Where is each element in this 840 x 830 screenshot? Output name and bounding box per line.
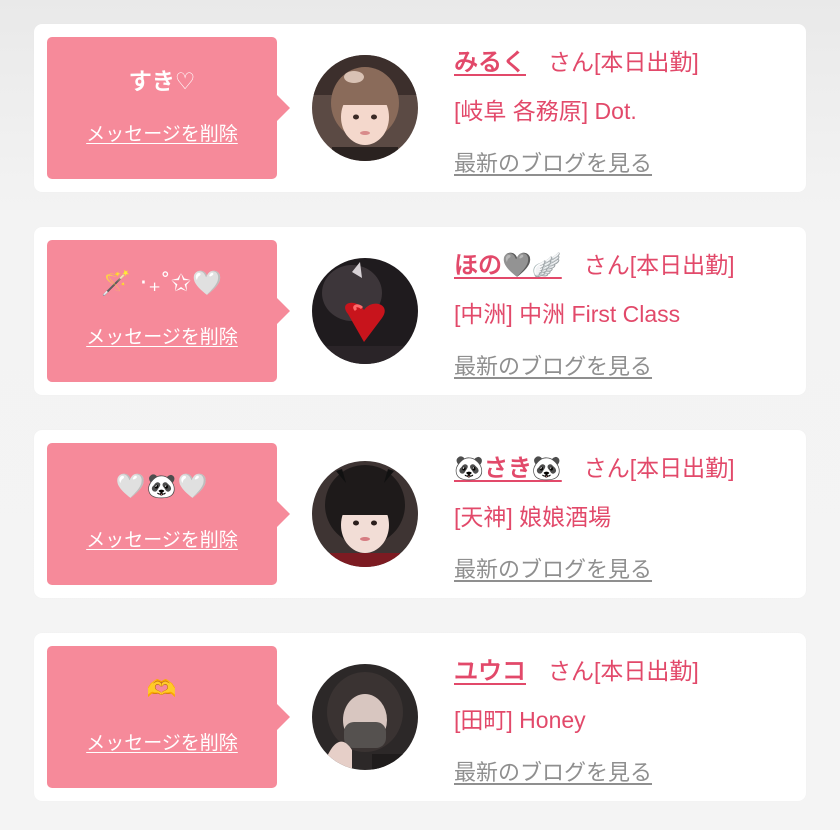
status-label: [本日出勤]	[594, 49, 699, 75]
latest-blog-link[interactable]: 最新のブログを見る	[454, 349, 652, 381]
latest-blog-link[interactable]: 最新のブログを見る	[454, 146, 652, 178]
message-text: 🫶	[146, 676, 178, 703]
message-bubble: 🪄 ‧₊˚✩🤍 メッセージを削除	[47, 240, 290, 382]
avatar[interactable]	[312, 55, 418, 161]
message-card: すき♡ メッセージを削除 みるくさん[本日出勤] [岐阜 各務原] Dot.	[34, 24, 806, 192]
message-bubble: 🤍🐼🤍 メッセージを削除	[47, 443, 290, 585]
cast-header: ほの🩶🪽 さん[本日出勤]	[454, 245, 735, 280]
cast-name-link[interactable]: ほの🩶🪽	[454, 252, 562, 279]
shop-location: [中洲] 中洲 First Class	[454, 301, 681, 327]
status-label: [本日出勤]	[594, 658, 699, 684]
status-label: [本日出勤]	[629, 252, 735, 278]
cast-name-link[interactable]: みるく	[454, 49, 526, 76]
avatar[interactable]	[312, 664, 418, 770]
honorific: さん	[583, 455, 630, 481]
delete-message-link[interactable]: メッセージを削除	[47, 525, 277, 552]
message-text: 🪄 ‧₊˚✩🤍	[101, 270, 223, 297]
honorific: さん	[583, 252, 630, 278]
cast-header: みるく さん[本日出勤]	[454, 42, 699, 77]
message-card: 🫶 メッセージを削除 ユウコ さん[本日出勤] [田町] Honey 最新のブログ…	[34, 633, 806, 801]
honorific: さん	[548, 49, 594, 75]
cast-name-link[interactable]: 🐼さき🐼	[454, 455, 562, 482]
delete-message-link[interactable]: メッセージを削除	[47, 728, 277, 755]
avatar[interactable]	[312, 461, 418, 567]
shop-location: [田町] Honey	[454, 707, 586, 733]
message-card: 🤍🐼🤍 メッセージを削除 🐼さき🐼 さん[本日出勤] [天神] 娘娘酒場 最新の…	[34, 430, 806, 598]
status-label: [本日出勤]	[629, 455, 735, 481]
cast-name-link[interactable]: ユウコ	[454, 658, 526, 685]
shop-location: [岐阜 各務原] Dot.	[454, 98, 637, 124]
shop-location: [天神] 娘娘酒場	[454, 504, 612, 530]
message-bubble: 🫶 メッセージを削除	[47, 646, 290, 788]
latest-blog-link[interactable]: 最新のブログを見る	[454, 755, 652, 787]
cast-header: ユウコ さん[本日出勤]	[454, 651, 699, 686]
delete-message-link[interactable]: メッセージを削除	[47, 119, 277, 146]
message-text: すき♡	[128, 68, 196, 94]
latest-blog-link[interactable]: 最新のブログを見る	[454, 552, 652, 584]
delete-message-link[interactable]: メッセージを削除	[47, 322, 277, 349]
message-list: すき♡ メッセージを削除 みるくさん[本日出勤] [岐阜 各務原] Dot.	[34, 24, 806, 801]
avatar[interactable]	[312, 258, 418, 364]
message-card: 🪄 ‧₊˚✩🤍 メッセージを削除 ほの🩶🪽 さん[本日出勤] [中洲] 中洲 Fi…	[34, 227, 806, 395]
message-bubble: すき♡ メッセージを削除	[47, 37, 290, 179]
message-text: 🤍🐼🤍	[115, 473, 209, 500]
cast-header: 🐼さき🐼 さん[本日出勤]	[454, 448, 735, 483]
honorific: さん	[548, 658, 594, 684]
